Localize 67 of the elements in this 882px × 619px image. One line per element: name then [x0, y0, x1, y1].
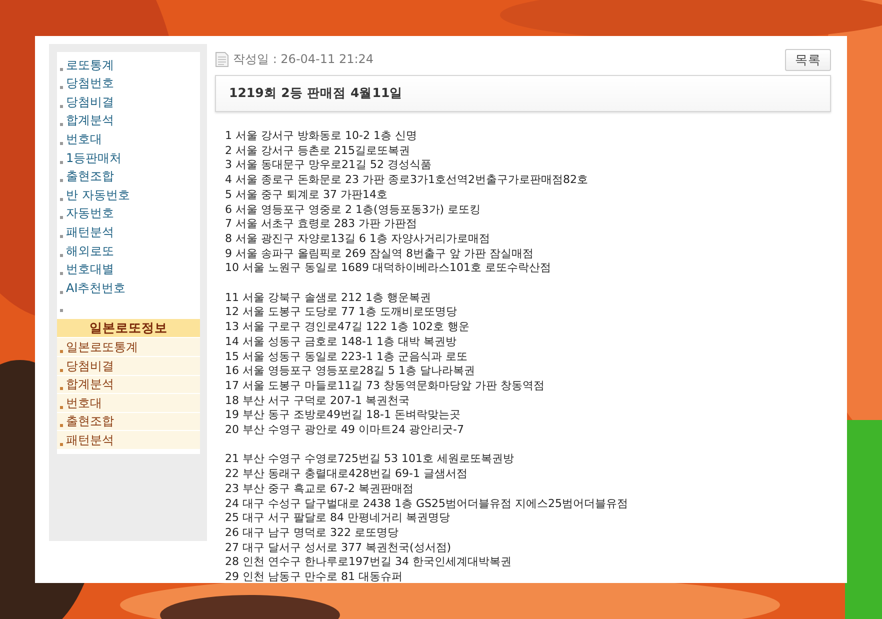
- shop-address: 19 부산 동구 조방로49번길 18-1 돈벼락맞는곳: [225, 408, 462, 424]
- bullet-icon: [60, 368, 63, 372]
- shop-address: 17 서울 도봉구 마들로11길 73 창동역문화마당앞 가판 창동역점: [225, 378, 546, 394]
- sidebar-link[interactable]: 반 자동번호: [66, 186, 130, 204]
- sidebar-link[interactable]: 번호대: [66, 130, 102, 148]
- shop-address: 4 서울 종로구 돈화문로 23 가판 종로3가1호선역2번출구가로판매점82호: [225, 173, 589, 188]
- sidebar-link[interactable]: 자동번호: [66, 205, 114, 222]
- sidebar-link[interactable]: AI추천번호: [66, 280, 126, 297]
- bullet-icon: [60, 254, 63, 257]
- bullet-icon: [60, 123, 63, 126]
- bullet-icon: [60, 272, 63, 276]
- bullet-icon: [60, 234, 63, 238]
- shop-address: 13 서울 구로구 경인로47길 122 1층 102호 행운: [225, 320, 470, 335]
- shop-address: 2 서울 강서구 등촌로 215길로또복권: [225, 144, 411, 158]
- shop-address: 9 서울 송파구 올림픽로 269 잠실역 8번출구 앞 가판 잠실매점: [225, 246, 534, 262]
- shop-address: 18 부산 서구 구덕로 207-1 복권천국: [225, 394, 410, 408]
- post-title: 1219회 2등 판매점 4월11일: [229, 85, 403, 102]
- list-button[interactable]: 목록: [785, 48, 831, 70]
- document-icon: [215, 52, 229, 67]
- bullet-icon: [60, 68, 63, 71]
- shop-address: 29 인천 남동구 만수로 81 대동슈퍼: [225, 570, 404, 585]
- shop-address: 26 대구 남구 명덕로 322 로또명당: [225, 526, 400, 541]
- shop-address: 5 서울 중구 퇴계로 37 가판14호: [225, 188, 388, 203]
- shop-address: 10 서울 노원구 동일로 1689 대덕하이베라스101호 로또수락산점: [225, 261, 552, 276]
- bullet-icon: [60, 309, 63, 312]
- shop-address: 12 서울 도봉구 도당로 77 1층 도깨비로또명당: [225, 305, 458, 320]
- shop-address: 23 부산 중구 흑교로 67-2 복권판매점: [225, 482, 414, 497]
- sidebar-link[interactable]: 당첨비결: [66, 94, 114, 111]
- bullet-icon: [60, 290, 63, 294]
- shop-address: 6 서울 영등포구 영중로 2 1층(영등포동3가) 로또킹: [225, 202, 482, 218]
- bullet-icon: [60, 216, 63, 220]
- shop-address: 7 서울 서초구 효령로 283 가판 가판점: [225, 217, 418, 232]
- bullet-icon: [60, 160, 63, 164]
- post-date: 작성일 : 26-04-11 21:24: [233, 51, 374, 68]
- shop-address: 15 서울 성동구 동일로 223-1 1층 군음식과 로또: [225, 350, 468, 364]
- shop-address: 28 인천 연수구 한나루로197번길 34 한국인세계대박복권: [225, 555, 512, 570]
- bullet-icon: [60, 424, 63, 428]
- section-heading: 일본로또정보: [57, 319, 200, 338]
- shop-address: 20 부산 수영구 광안로 49 이마트24 광안리굿-7: [225, 423, 465, 438]
- bullet-icon: [60, 350, 63, 353]
- shop-address: 22 부산 동래구 충렬대로428번길 69-1 글샘서점: [225, 467, 468, 482]
- shop-address: 3 서울 동대문구 망우로21길 52 경성식품: [225, 158, 432, 174]
- sidebar-link[interactable]: 1등판매처: [66, 150, 122, 167]
- bullet-icon: [60, 387, 63, 390]
- shop-address: 27 대구 달서구 성서로 377 복권천국(성서점): [225, 540, 452, 556]
- shop-address: 11 서울 강북구 솔샘로 212 1층 행운복권: [225, 290, 432, 306]
- shop-address: 21 부산 수영구 수영로725번길 53 101호 세원로또복권방: [225, 452, 515, 468]
- sidebar-link[interactable]: 패턴분석: [66, 224, 114, 241]
- sidebar-link[interactable]: 당첨번호: [66, 75, 114, 92]
- bullet-icon: [60, 406, 63, 409]
- bullet-icon: [60, 179, 63, 182]
- sidebar-link[interactable]: 합계분석: [66, 112, 114, 130]
- shop-address: 14 서울 성동구 금호로 148-1 1층 대박 복권방: [225, 334, 458, 350]
- shop-address: 1 서울 강서구 방화동로 10-2 1층 신명: [225, 129, 418, 144]
- bullet-icon: [60, 142, 63, 145]
- sidebar-link[interactable]: 번호대별: [66, 261, 114, 278]
- shop-address: 24 대구 수성구 달구벌대로 2438 1층 GS25범어더블유점 지에스25범어더블유점: [225, 496, 629, 512]
- bullet-icon: [60, 86, 63, 90]
- shop-address: 16 서울 영등포구 영등포로28길 5 1층 달나라복권: [225, 364, 476, 379]
- sidebar-link[interactable]: 로또통계: [66, 56, 114, 74]
- sidebar-link[interactable]: 출현조합: [66, 168, 114, 186]
- shop-address: 8 서울 광진구 자양로13길 6 1층 자양사거리가로매점: [225, 232, 491, 247]
- bullet-icon: [60, 104, 63, 108]
- shop-address: 25 대구 서구 팔달로 84 만평네거리 복권명당: [225, 511, 451, 526]
- sidebar-link[interactable]: 해외로또: [66, 242, 114, 260]
- bullet-icon: [60, 198, 63, 201]
- bullet-icon: [60, 442, 63, 446]
